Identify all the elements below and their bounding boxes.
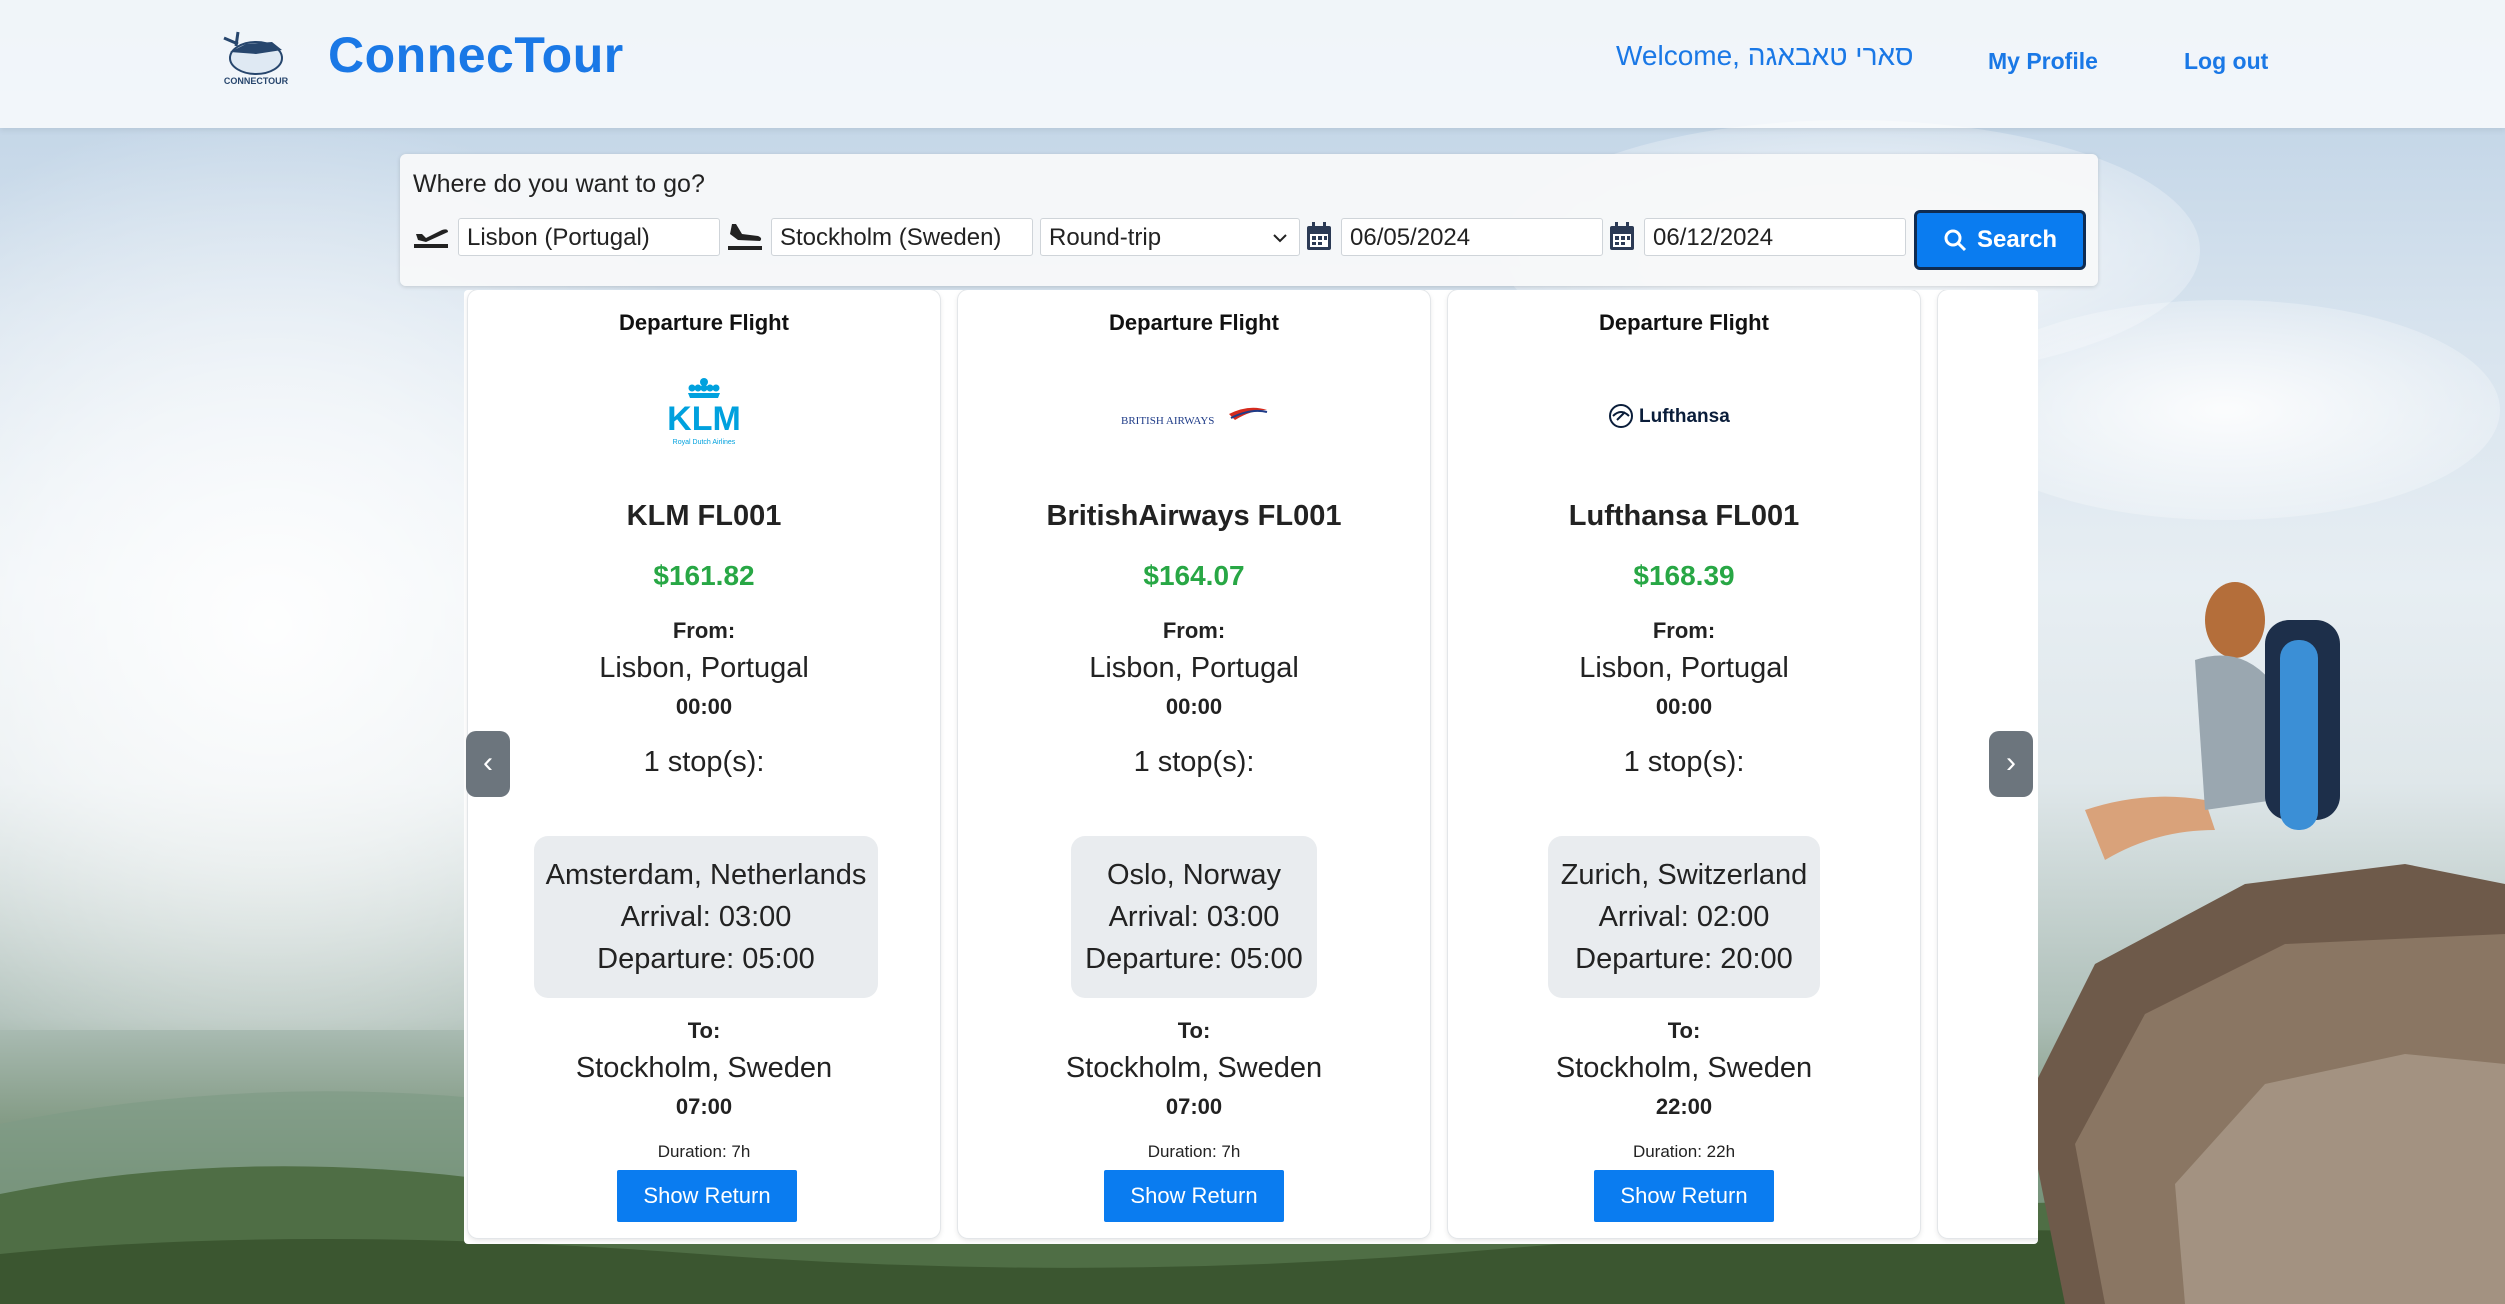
stop-arrival: Arrival: 03:00 <box>620 901 792 933</box>
stops-count: 1 stop(s): <box>643 746 765 778</box>
calendar-icon[interactable] <box>1607 220 1637 254</box>
flight-price: $168.39 <box>1633 560 1735 591</box>
logo-text: CONNECTOUR <box>224 76 289 86</box>
stop-arrival: Arrival: 03:00 <box>1108 901 1280 933</box>
from-label: From: <box>672 618 736 643</box>
plane-takeoff-icon <box>414 229 448 248</box>
from-city: Lisbon, Portugal <box>599 652 809 684</box>
stop-details: Zurich, Switzerland Arrival: 02:00 Depar… <box>1548 836 1820 998</box>
flight-card: Departure Flight BRITISH AIRWAYS British… <box>958 290 1430 1238</box>
flight-duration: Duration: 7h <box>657 1142 751 1161</box>
welcome-message: Welcome, סארי טאבאגה <box>1616 40 1914 71</box>
flight-duration: Duration: 22h <box>1632 1142 1736 1161</box>
to-time: 07:00 <box>1165 1094 1223 1119</box>
british-airways-logo: BRITISH AIRWAYS <box>958 376 1430 456</box>
lufthansa-logo: Lufthansa <box>1448 376 1920 456</box>
klm-logo-subtext: Royal Dutch Airlines <box>673 439 736 446</box>
chevron-down-icon <box>1273 234 1287 243</box>
show-return-button[interactable]: Show Return <box>1104 1170 1284 1222</box>
stop-departure: Departure: 20:00 <box>1575 943 1793 975</box>
from-label: From: <box>1652 618 1716 643</box>
flight-number: BritishAirways FL001 <box>1046 500 1342 532</box>
to-label: To: <box>1667 1018 1701 1043</box>
from-city: Lisbon, Portugal <box>1089 652 1299 684</box>
calendar-icon[interactable] <box>1304 220 1334 254</box>
brand-title[interactable]: ConnecTour <box>328 26 624 84</box>
show-return-button[interactable]: Show Return <box>1594 1170 1774 1222</box>
flight-card: Departure Flight KLM Royal Dutch Airline… <box>468 290 940 1238</box>
flight-duration: Duration: 7h <box>1147 1142 1241 1161</box>
stop-details: Amsterdam, Netherlands Arrival: 03:00 De… <box>534 836 878 998</box>
flight-price: $161.82 <box>653 560 755 591</box>
to-time: 07:00 <box>675 1094 733 1119</box>
search-prompt: Where do you want to go? <box>413 170 705 198</box>
top-header: CONNECTOUR ConnecTour Welcome, סארי טאבא… <box>0 0 2505 128</box>
search-button[interactable]: Search <box>1914 210 2086 270</box>
trip-type-select[interactable]: Round-trip <box>1040 218 1300 256</box>
stop-city: Amsterdam, Netherlands <box>545 859 867 891</box>
to-city: Stockholm, Sweden <box>1065 1052 1323 1084</box>
ba-logo-text: BRITISH AIRWAYS <box>1121 415 1214 427</box>
from-input[interactable]: Lisbon (Portugal) <box>458 218 720 256</box>
flight-price: $164.07 <box>1143 560 1245 591</box>
stop-city: Oslo, Norway <box>1106 859 1282 891</box>
plane-landing-icon <box>728 224 762 250</box>
klm-logo: KLM Royal Dutch Airlines <box>468 376 940 456</box>
hiker-figure <box>2085 582 2340 860</box>
from-time: 00:00 <box>1165 694 1223 719</box>
search-button-label: Search <box>1976 226 2058 253</box>
to-city: Stockholm, Sweden <box>1555 1052 1813 1084</box>
stop-departure: Departure: 05:00 <box>597 943 815 975</box>
to-input[interactable]: Stockholm (Sweden) <box>771 218 1033 256</box>
stop-city: Zurich, Switzerland <box>1560 859 1808 891</box>
flight-number: KLM FL001 <box>626 500 782 532</box>
stop-arrival: Arrival: 02:00 <box>1598 901 1770 933</box>
card-heading: Departure Flight <box>619 310 789 335</box>
return-date-input[interactable]: 06/12/2024 <box>1644 218 1906 256</box>
flight-number: Lufthansa FL001 <box>1568 500 1800 532</box>
carousel-next-button[interactable]: › <box>1989 731 2033 797</box>
to-label: To: <box>1177 1018 1211 1043</box>
lufthansa-logo-text: Lufthansa <box>1639 406 1730 427</box>
from-label: From: <box>1162 618 1226 643</box>
search-icon <box>1944 229 1967 252</box>
show-return-button[interactable]: Show Return <box>617 1170 797 1222</box>
carousel-prev-button[interactable]: ‹ <box>466 731 510 797</box>
depart-date-input[interactable]: 06/05/2024 <box>1341 218 1603 256</box>
search-panel: Where do you want to go? Lisbon (Portuga… <box>400 154 2098 286</box>
stop-departure: Departure: 05:00 <box>1085 943 1303 975</box>
klm-logo-text: KLM <box>667 400 741 438</box>
connectour-logo-icon[interactable]: CONNECTOUR <box>216 24 296 94</box>
from-time: 00:00 <box>1655 694 1713 719</box>
flight-card: Departure Flight Lufthansa Lufthansa FL0… <box>1448 290 1920 1238</box>
stops-count: 1 stop(s): <box>1623 746 1745 778</box>
stop-details: Oslo, Norway Arrival: 03:00 Departure: 0… <box>1071 836 1317 998</box>
flight-carousel: Departure Flight KLM Royal Dutch Airline… <box>464 290 2038 1244</box>
trip-type-value: Round-trip <box>1049 224 1162 251</box>
from-city: Lisbon, Portugal <box>1579 652 1789 684</box>
card-heading: Departure Flight <box>1599 310 1769 335</box>
stops-count: 1 stop(s): <box>1133 746 1255 778</box>
to-city: Stockholm, Sweden <box>575 1052 833 1084</box>
card-heading: Departure Flight <box>1109 310 1279 335</box>
my-profile-link[interactable]: My Profile <box>1988 48 2098 75</box>
to-label: To: <box>687 1018 721 1043</box>
from-time: 00:00 <box>675 694 733 719</box>
log-out-link[interactable]: Log out <box>2184 48 2268 75</box>
to-time: 22:00 <box>1655 1094 1713 1119</box>
